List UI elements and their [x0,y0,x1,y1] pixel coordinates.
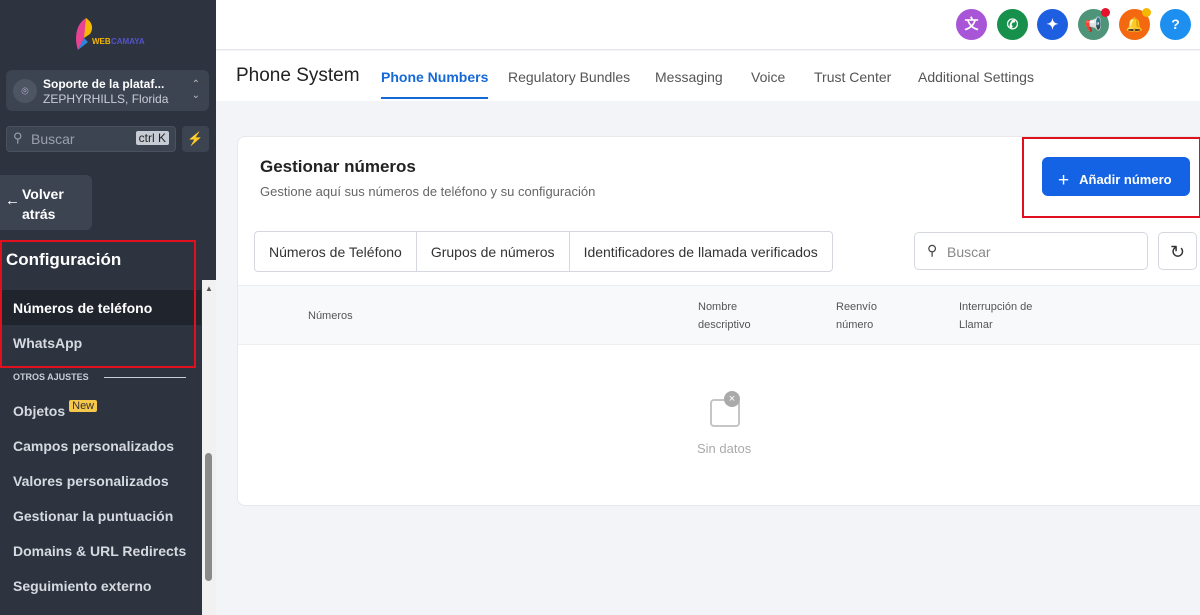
location-switcher[interactable]: ⌾ Soporte de la plataf... ZEPHYRHILLS, F… [6,70,209,111]
location-name: Soporte de la plataf... [43,77,165,91]
help-icon[interactable]: ? [1160,9,1191,40]
svg-text:WEB: WEB [92,37,111,46]
col-call-interruption: Interrupción de Llamar [959,301,1033,331]
sidebar-item-domains[interactable]: Domains & URL Redirects [0,533,201,568]
numbers-search-input[interactable]: ⚲ Buscar [914,232,1148,270]
sidebar: WEB CAMAYA ⌾ Soporte de la plataf... ZEPH… [0,0,216,615]
item-label: Objetos [13,403,66,419]
empty-inbox-icon: × [698,391,752,427]
svg-text:CAMAYA: CAMAYA [111,37,145,46]
sidebar-item-custom-fields[interactable]: Campos personalizados [0,428,201,463]
search-icon: ⚲ [13,130,23,145]
sidebar-scrollbar[interactable]: ▲ [202,280,216,615]
sidebar-item-custom-values[interactable]: Valores personalizados [0,463,201,498]
refresh-icon: ↻ [1169,242,1186,262]
search-placeholder: Buscar [31,131,75,147]
empty-state-text: Sin datos [697,441,752,456]
tab-verified-caller-ids[interactable]: Identificadores de llamada verificados [570,232,832,271]
sparkle-icon[interactable]: ✦ [1037,9,1068,40]
sidebar-item-objects[interactable]: Objetos New [0,393,201,428]
card-subtitle: Gestione aquí sus números de teléfono y … [260,184,596,199]
refresh-button[interactable]: ↻ [1158,232,1197,270]
tab-messaging[interactable]: Messaging [655,69,723,85]
col-friendly-name: Nombre descriptivo [698,301,751,331]
card-title: Gestionar números [260,157,416,176]
tab-number-groups[interactable]: Grupos de números [417,232,570,271]
phone-system-nav: Phone System Phone Numbers Regulatory Bu… [216,51,1200,101]
manage-numbers-card: Gestionar números Gestione aquí sus núme… [237,136,1200,506]
tab-regulatory-bundles[interactable]: Regulatory Bundles [508,69,630,85]
back-label: Volver [22,186,64,202]
tab-phone-numbers-list[interactable]: Números de Teléfono [255,232,417,271]
quick-action-button[interactable]: ⚡ [182,126,209,152]
sidebar-item-external-tracking[interactable]: Seguimiento externo [0,568,201,603]
page-title: Phone System [236,65,360,86]
megaphone-icon[interactable]: 📢 [1078,8,1110,40]
col-forwarding-number: Reenvío número [836,301,877,331]
search-placeholder: Buscar [947,244,991,260]
highlight-box [0,240,196,368]
bolt-icon: ⚡ [187,131,204,146]
table-header: Números Nombre descriptivo Reenvío númer… [238,285,1200,345]
location-pin-icon: ⌾ [13,79,37,103]
back-button[interactable]: ← Volver atrás [0,175,92,230]
phone-icon[interactable]: ✆ [997,9,1028,40]
scroll-up-icon: ▲ [205,284,213,293]
number-type-tabs: Números de Teléfono Grupos de números Id… [254,231,833,272]
notification-dot [1101,8,1110,17]
translate-icon[interactable]: 文 [956,9,987,40]
tab-phone-numbers[interactable]: Phone Numbers [381,69,489,99]
arrow-left-icon: ← [5,192,20,209]
tab-additional-settings[interactable]: Additional Settings [918,69,1034,85]
divider [104,377,186,378]
shortcut-badge: ctrl K [135,131,169,145]
highlight-box [1022,137,1200,218]
sidebar-search-input[interactable]: ⚲ Buscar ctrl K [6,126,176,152]
new-badge: New [69,400,98,412]
tab-trust-center[interactable]: Trust Center [814,69,891,85]
logo: WEB CAMAYA [72,16,148,54]
search-icon: ⚲ [927,242,938,258]
back-label-2: atrás [22,206,56,222]
scrollbar-thumb[interactable] [205,453,212,581]
top-bar: 文 ✆ ✦ 📢 🔔 ? [216,0,1200,50]
location-city: ZEPHYRHILLS, Florida [43,92,169,106]
chevron-updown-icon: ⌃ ⌄ [191,79,200,101]
notification-dot [1142,8,1151,17]
section-header-other: OTROS AJUSTES [13,372,89,382]
sidebar-item-scoring[interactable]: Gestionar la puntuación [0,498,201,533]
tab-voice[interactable]: Voice [751,69,785,85]
col-numbers: Números [308,310,353,322]
bell-icon[interactable]: 🔔 [1119,8,1151,40]
